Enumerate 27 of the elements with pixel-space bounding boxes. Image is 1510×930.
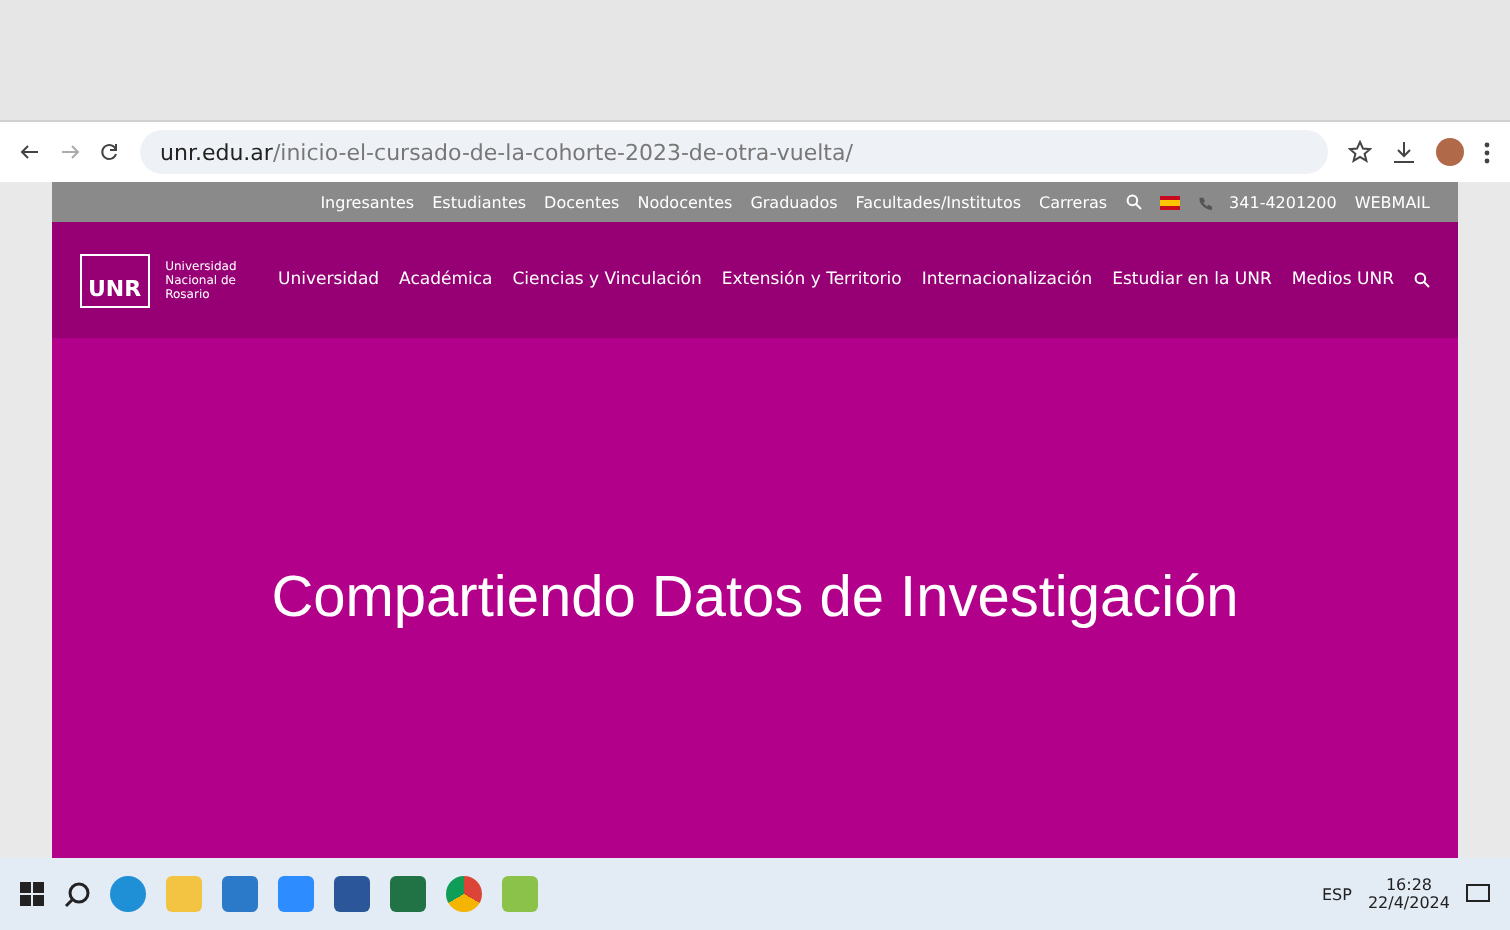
reload-icon[interactable] <box>100 142 120 162</box>
main-menu-item[interactable]: Extensión y Territorio <box>721 270 902 290</box>
main-menu-item[interactable]: Universidad <box>278 270 380 290</box>
avatar-icon[interactable] <box>1436 138 1464 166</box>
main-menu-item[interactable]: Internacionalización <box>921 270 1093 290</box>
download-icon[interactable] <box>1392 140 1416 164</box>
star-icon[interactable] <box>1348 140 1372 164</box>
hero-title: Compartiendo Datos de Investigación <box>271 565 1239 631</box>
chrome-app-icon[interactable] <box>446 876 482 912</box>
main-menu-item[interactable]: Ciencias y Vinculación <box>512 270 702 290</box>
notification-icon[interactable] <box>1466 883 1490 905</box>
forward-icon[interactable] <box>60 142 80 162</box>
phone-number: 341-4201200 <box>1229 193 1337 211</box>
search-icon[interactable] <box>64 881 90 907</box>
main-menu-item[interactable]: Medios UNR <box>1291 270 1394 290</box>
flag-icon[interactable] <box>1159 195 1180 209</box>
phone-icon <box>1197 195 1212 209</box>
language-indicator[interactable]: ESP <box>1322 885 1352 903</box>
menu-icon[interactable] <box>1484 141 1490 163</box>
logo[interactable]: UNR <box>80 253 150 307</box>
clock[interactable]: 16:28 22/4/2024 <box>1367 876 1450 912</box>
windows-start-icon[interactable] <box>20 882 44 906</box>
address-bar[interactable]: unr.edu.ar/inicio-el-cursado-de-la-cohorte-2023-de-otra-vuelta/ <box>140 130 1328 174</box>
main-menu-item[interactable]: Académica <box>399 270 493 290</box>
main-menu-item[interactable]: Estudiar en la UNR <box>1112 270 1272 290</box>
search-icon[interactable] <box>1414 272 1430 288</box>
back-icon[interactable] <box>20 142 40 162</box>
